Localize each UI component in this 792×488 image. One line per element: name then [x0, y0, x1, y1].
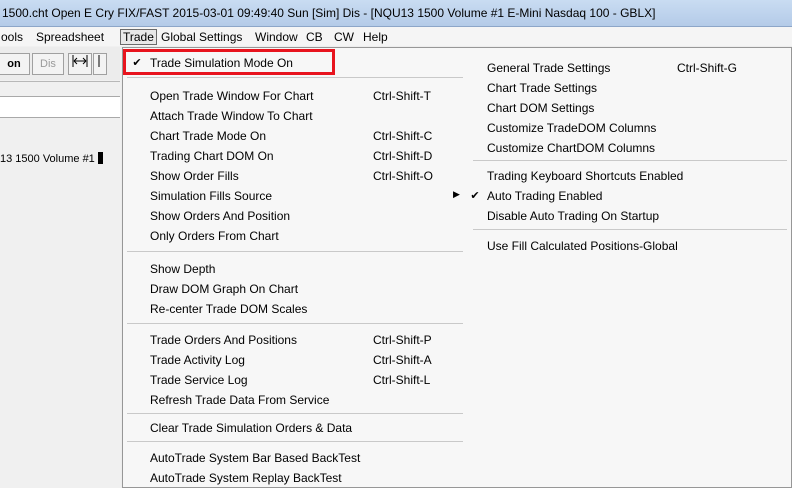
menu-item-shortcut: Ctrl-Shift-C	[373, 129, 433, 143]
menu-help[interactable]: Help	[363, 30, 388, 44]
bar-icon	[98, 55, 100, 67]
menu-item-label: Simulation Fills Source	[150, 189, 273, 203]
menu-cw[interactable]: CW	[334, 30, 354, 44]
menu-item-label: Trade Service Log	[150, 373, 248, 387]
menu-item-show-depth[interactable]: Show Depth	[123, 259, 468, 279]
menu-item-customize-chartdom[interactable]: Customize ChartDOM Columns	[468, 138, 788, 158]
chart-label-text: 13 1500 Volume #1	[0, 153, 95, 165]
menu-item-shortcut: Ctrl-Shift-G	[677, 61, 737, 75]
toolbar-width-icon[interactable]	[68, 53, 92, 75]
menu-item-label: Customize TradeDOM Columns	[487, 121, 657, 135]
menu-item-label: Attach Trade Window To Chart	[150, 109, 313, 123]
menu-item-disable-auto-trading[interactable]: Disable Auto Trading On Startup	[468, 206, 788, 226]
highlight-box	[123, 49, 335, 75]
menu-item-general-trade-settings[interactable]: General Trade Settings Ctrl-Shift-G	[468, 58, 788, 78]
window-title-bar: 1500.cht Open E Cry FIX/FAST 2015-03-01 …	[0, 0, 792, 27]
menu-separator	[473, 160, 787, 161]
menu-item-trading-chart-dom[interactable]: Trading Chart DOM On Ctrl-Shift-D	[123, 146, 468, 166]
menu-item-trade-activity-log[interactable]: Trade Activity Log Ctrl-Shift-A	[123, 350, 468, 370]
menu-cb[interactable]: CB	[306, 30, 323, 44]
menu-item-label: General Trade Settings	[487, 61, 611, 75]
chart-cursor-marker	[97, 152, 103, 164]
menu-item-show-order-fills[interactable]: Show Order Fills Ctrl-Shift-O	[123, 166, 468, 186]
menu-item-simulation-fills-source[interactable]: Simulation Fills Source ▶	[123, 186, 468, 206]
menu-item-label: Trade Activity Log	[150, 353, 245, 367]
menu-item-label: Show Order Fills	[150, 169, 239, 183]
menu-separator	[127, 323, 463, 324]
menu-item-autotrade-replay-backtest[interactable]: AutoTrade System Replay BackTest	[123, 468, 468, 488]
menu-item-shortcut: Ctrl-Shift-L	[373, 373, 431, 387]
menu-item-label: Use Fill Calculated Positions-Global	[487, 239, 678, 253]
menu-item-label: AutoTrade System Replay BackTest	[150, 471, 342, 485]
menu-item-shortcut: Ctrl-Shift-A	[373, 353, 432, 367]
toolbar: on Dis	[0, 47, 120, 80]
menu-item-label: Refresh Trade Data From Service	[150, 393, 330, 407]
menu-item-draw-dom-graph[interactable]: Draw DOM Graph On Chart	[123, 279, 468, 299]
menu-separator	[127, 441, 463, 442]
menu-item-chart-trade-mode[interactable]: Chart Trade Mode On Ctrl-Shift-C	[123, 126, 468, 146]
menu-item-shortcut: Ctrl-Shift-P	[373, 333, 432, 347]
menu-tools[interactable]: ools	[1, 30, 23, 44]
menu-item-keyboard-shortcuts-enabled[interactable]: Trading Keyboard Shortcuts Enabled	[468, 166, 788, 186]
menu-item-clear-simulation-data[interactable]: Clear Trade Simulation Orders & Data	[123, 418, 468, 438]
symbol-field[interactable]	[0, 96, 120, 118]
menu-bar: ools Spreadsheet Trade Global Settings W…	[0, 27, 792, 46]
submenu-arrow-icon: ▶	[453, 189, 460, 199]
menu-separator	[127, 251, 463, 252]
menu-item-use-fill-calculated-positions[interactable]: Use Fill Calculated Positions-Global	[468, 236, 788, 256]
menu-item-label: Trading Chart DOM On	[150, 149, 274, 163]
menu-item-label: Chart Trade Mode On	[150, 129, 267, 143]
menu-item-label: Re-center Trade DOM Scales	[150, 302, 308, 316]
menu-item-refresh-trade-data[interactable]: Refresh Trade Data From Service	[123, 390, 468, 410]
menu-window[interactable]: Window	[255, 30, 298, 44]
menu-item-label: Chart DOM Settings	[487, 101, 595, 115]
menu-item-label: Only Orders From Chart	[150, 229, 279, 243]
chart-label: 13 1500 Volume #1	[0, 152, 103, 165]
menu-item-trade-orders-and-positions[interactable]: Trade Orders And Positions Ctrl-Shift-P	[123, 330, 468, 350]
toolbar-partial-button[interactable]	[93, 53, 107, 75]
menu-item-label: Show Orders And Position	[150, 209, 291, 223]
trade-menu: ✔ Trade Simulation Mode On Open Trade Wi…	[122, 47, 792, 488]
menu-spreadsheet[interactable]: Spreadsheet	[36, 30, 104, 44]
menu-item-chart-dom-settings[interactable]: Chart DOM Settings	[468, 98, 788, 118]
menu-item-label: AutoTrade System Bar Based BackTest	[150, 451, 361, 465]
menu-item-label: Trading Keyboard Shortcuts Enabled	[487, 169, 684, 183]
menu-item-label: Auto Trading Enabled	[487, 189, 603, 203]
menu-item-open-trade-window[interactable]: Open Trade Window For Chart Ctrl-Shift-T	[123, 86, 468, 106]
menu-item-customize-tradedom[interactable]: Customize TradeDOM Columns	[468, 118, 788, 138]
toolbar-button-on[interactable]: on	[0, 53, 30, 75]
menu-item-label: Clear Trade Simulation Orders & Data	[150, 421, 353, 435]
menu-separator	[127, 77, 463, 78]
menu-item-attach-trade-window[interactable]: Attach Trade Window To Chart	[123, 106, 468, 126]
menu-item-shortcut: Ctrl-Shift-O	[373, 169, 433, 183]
width-arrows-icon	[72, 55, 88, 67]
window-title: 1500.cht Open E Cry FIX/FAST 2015-03-01 …	[2, 6, 656, 20]
menu-item-label: Customize ChartDOM Columns	[487, 141, 656, 155]
menu-item-label: Draw DOM Graph On Chart	[150, 282, 299, 296]
menu-item-label: Chart Trade Settings	[487, 81, 598, 95]
menu-item-shortcut: Ctrl-Shift-T	[373, 89, 431, 103]
toolbar-divider	[0, 81, 120, 82]
toolbar-button-dis[interactable]: Dis	[32, 53, 64, 75]
menu-separator	[473, 229, 787, 230]
menu-item-show-orders-and-position[interactable]: Show Orders And Position	[123, 206, 468, 226]
menu-item-autotrade-bar-backtest[interactable]: AutoTrade System Bar Based BackTest	[123, 448, 468, 468]
menu-item-label: Show Depth	[150, 262, 216, 276]
menu-item-label: Trade Orders And Positions	[150, 333, 297, 347]
menu-item-chart-trade-settings[interactable]: Chart Trade Settings	[468, 78, 788, 98]
menu-item-label: Open Trade Window For Chart	[150, 89, 314, 103]
menu-item-trade-service-log[interactable]: Trade Service Log Ctrl-Shift-L	[123, 370, 468, 390]
menu-item-only-orders-from-chart[interactable]: Only Orders From Chart	[123, 226, 468, 246]
menu-item-auto-trading-enabled[interactable]: ✔ Auto Trading Enabled	[468, 186, 788, 206]
menu-item-recenter-dom-scales[interactable]: Re-center Trade DOM Scales	[123, 299, 468, 319]
menu-global-settings[interactable]: Global Settings	[161, 30, 242, 44]
menu-separator	[127, 413, 463, 414]
menu-item-label: Disable Auto Trading On Startup	[487, 209, 660, 223]
menu-trade[interactable]: Trade	[120, 29, 157, 45]
check-icon: ✔	[470, 190, 480, 202]
menu-item-shortcut: Ctrl-Shift-D	[373, 149, 433, 163]
